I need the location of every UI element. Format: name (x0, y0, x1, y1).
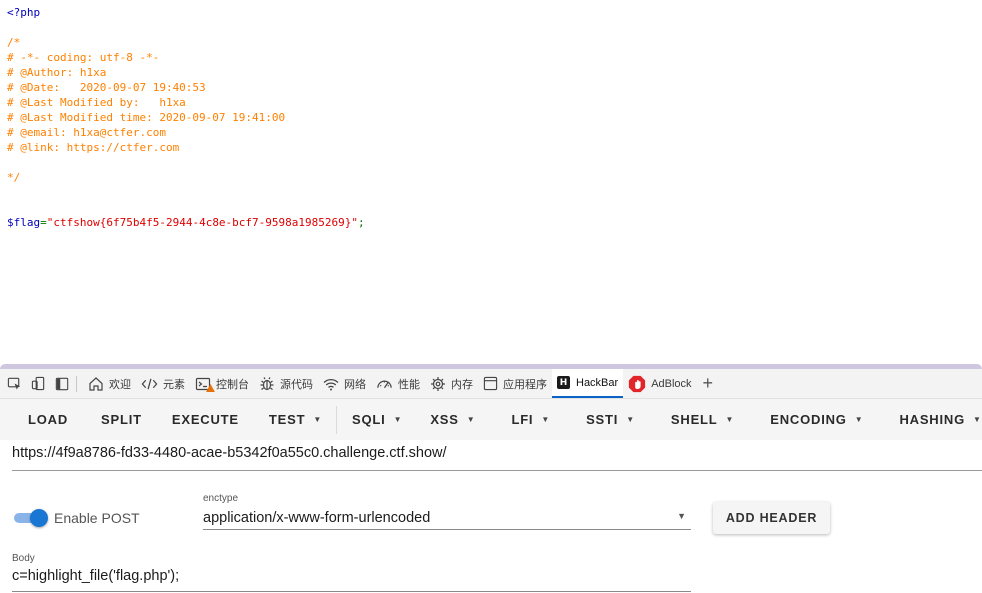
tab-welcome[interactable]: 欢迎 (83, 369, 136, 398)
warning-badge-icon (206, 384, 215, 392)
xss-menu-button[interactable]: XSS ▼ (430, 399, 511, 440)
comment-line: # @link: https://ctfer.com (7, 141, 180, 154)
sqli-menu-button[interactable]: SQLI ▼ (337, 399, 430, 440)
hackbar-logo-icon: H (557, 376, 570, 389)
code-icon (141, 378, 158, 389)
tab-label: 内存 (451, 378, 473, 391)
flag-variable: $flag (7, 216, 41, 229)
tab-performance[interactable]: 性能 (371, 369, 425, 398)
tab-application[interactable]: 应用程序 (478, 369, 552, 398)
comment-line: # @Last Modified by: h1xa (7, 96, 186, 109)
hackbar-toolbar: LOAD SPLIT EXECUTE TEST ▼ SQLI ▼ XSS ▼ LFI ▼… (0, 399, 982, 440)
enctype-select[interactable]: application/x-www-form-urlencoded ▼ (203, 507, 691, 530)
toggle-knob (30, 509, 48, 527)
tab-label: 欢迎 (109, 378, 131, 391)
comment-line: /* (7, 36, 21, 49)
php-source-view: <?php /* # -*- coding: utf-8 -*- # @Auth… (7, 5, 365, 230)
tab-label: AdBlock (651, 377, 692, 390)
hashing-menu-button[interactable]: HASHING ▼ (899, 399, 981, 440)
tab-label: 网络 (344, 378, 366, 391)
home-icon (89, 376, 103, 391)
comment-line: */ (7, 171, 21, 184)
lfi-menu-button[interactable]: LFI ▼ (511, 399, 586, 440)
tab-console[interactable]: 控制台 (190, 369, 254, 398)
body-input[interactable]: c=highlight_file('flag.php'); (12, 566, 691, 592)
tab-label: 应用程序 (503, 378, 547, 391)
memory-chip-icon (431, 376, 445, 391)
chevron-down-icon: ▼ (677, 511, 686, 521)
tab-network[interactable]: 网络 (318, 369, 371, 398)
tab-label: 元素 (163, 378, 185, 391)
chevron-down-icon: ▼ (313, 415, 323, 424)
ssti-menu-button[interactable]: SSTI ▼ (586, 399, 671, 440)
comment-line: # @Author: h1xa (7, 66, 107, 79)
tab-sources[interactable]: 源代码 (254, 369, 318, 398)
encoding-menu-button[interactable]: ENCODING ▼ (770, 399, 899, 440)
assign-operator: = (40, 216, 47, 229)
gauge-icon (377, 380, 392, 388)
tab-memory[interactable]: 内存 (425, 369, 478, 398)
split-button[interactable]: SPLIT (86, 399, 157, 440)
tab-hackbar[interactable]: H HackBar (552, 369, 624, 398)
php-open-tag: <?php (7, 6, 41, 19)
app-window-icon (483, 376, 498, 391)
tab-label: 源代码 (280, 378, 313, 391)
tab-elements[interactable]: 元素 (136, 369, 190, 398)
body-value: c=highlight_file('flag.php'); (12, 568, 180, 584)
comment-line: # @Last Modified time: 2020-09-07 19:41:… (7, 111, 286, 124)
enable-post-toggle[interactable] (14, 509, 48, 527)
tab-label: 控制台 (216, 378, 249, 391)
enctype-label: enctype (203, 493, 239, 504)
test-menu-button[interactable]: TEST ▼ (254, 399, 336, 440)
device-emulation-icon[interactable] (26, 372, 50, 396)
comment-line: # -*- coding: utf-8 -*- (7, 51, 160, 64)
chevron-down-icon: ▼ (725, 415, 735, 424)
tab-adblock[interactable]: AdBlock (623, 369, 696, 398)
tab-separator (76, 375, 77, 392)
comment-line: # @email: h1xa@ctfer.com (7, 126, 166, 139)
shell-menu-button[interactable]: SHELL ▼ (671, 399, 770, 440)
add-tab-plus-icon[interactable]: + (697, 369, 720, 398)
load-button[interactable]: LOAD (0, 399, 86, 440)
url-input[interactable]: https://4f9a8786-fd33-4480-acae-b5342f0a… (12, 440, 982, 471)
chevron-down-icon: ▼ (973, 415, 982, 424)
add-header-button[interactable]: ADD HEADER (713, 502, 830, 534)
chevron-down-icon: ▼ (393, 415, 403, 424)
flag-string: "ctfshow{6f75b4f5-2944-4c8e-bcf7-9598a19… (46, 216, 359, 229)
enctype-selected-value: application/x-www-form-urlencoded (203, 510, 431, 526)
chevron-down-icon: ▼ (626, 415, 635, 424)
wifi-icon (323, 378, 339, 390)
chevron-down-icon: ▼ (541, 415, 551, 424)
url-value: https://4f9a8786-fd33-4480-acae-b5342f0a… (12, 445, 447, 461)
chevron-down-icon: ▼ (854, 415, 864, 424)
inspect-element-icon[interactable] (2, 372, 26, 396)
adblock-logo-icon (629, 375, 646, 392)
chevron-down-icon: ▼ (466, 415, 476, 424)
devtools-tab-strip: 欢迎 元素 控制台 源代码 网络 性能 内存 应用程序 H HackBar Ad… (0, 369, 982, 399)
comment-line: # @Date: 2020-09-07 19:40:53 (7, 81, 206, 94)
body-label: Body (12, 553, 35, 564)
tab-label: 性能 (398, 378, 420, 391)
dock-side-icon[interactable] (50, 372, 74, 396)
tab-label: HackBar (576, 376, 619, 389)
execute-button[interactable]: EXECUTE (157, 399, 254, 440)
enable-post-label: Enable POST (54, 510, 140, 526)
bug-icon (260, 376, 274, 390)
statement-terminator: ; (358, 216, 365, 229)
